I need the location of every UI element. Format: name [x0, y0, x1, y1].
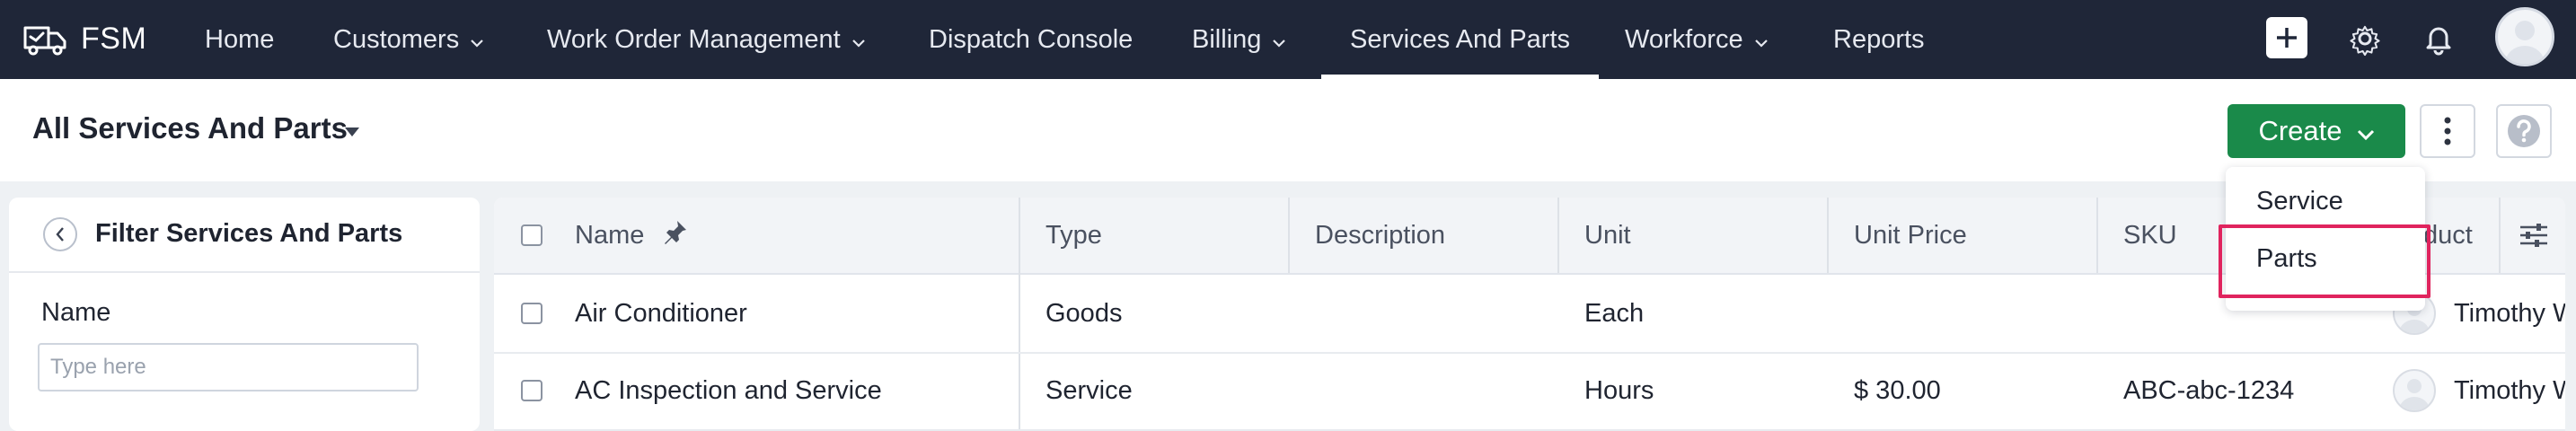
create-button[interactable]: Create	[2228, 104, 2405, 158]
column-header-name[interactable]: Name	[575, 198, 689, 273]
help-icon	[2508, 115, 2540, 147]
page-header: All Services And Parts Create	[0, 79, 2576, 181]
notifications-button[interactable]	[2420, 20, 2457, 57]
top-navigation-bar: FSM Home Customers Work Order Management…	[0, 0, 2576, 79]
nav-dispatch-console-label: Dispatch Console	[929, 24, 1134, 54]
column-divider	[2096, 198, 2098, 273]
sliders-icon	[2520, 224, 2547, 247]
nav-work-order-management-label: Work Order Management	[547, 24, 841, 54]
create-button-label: Create	[2258, 115, 2342, 146]
select-all-checkbox[interactable]	[521, 224, 543, 246]
menu-item-service[interactable]: Service	[2256, 187, 2343, 216]
column-divider	[1288, 198, 1290, 273]
owner-avatar	[2393, 369, 2436, 412]
truck-logo-icon	[23, 26, 66, 56]
cell-unit-price: $ 30.00	[1854, 375, 1941, 405]
column-divider	[1557, 198, 1559, 273]
cell-type: Service	[1045, 375, 1133, 405]
app-logo[interactable]: FSM	[22, 16, 146, 61]
column-header-sku[interactable]: SKU	[2123, 198, 2177, 273]
nav-billing[interactable]: Billing	[1192, 0, 1286, 79]
nav-customers[interactable]: Customers	[333, 0, 484, 79]
collapse-filter-button[interactable]	[43, 217, 77, 251]
chevron-down-icon	[1272, 25, 1286, 55]
cell-owner: Timothy W	[2454, 375, 2565, 405]
nav-workforce-label: Workforce	[1625, 24, 1743, 54]
more-options-button[interactable]	[2420, 104, 2475, 158]
column-header-type[interactable]: Type	[1045, 198, 1102, 273]
chevron-down-icon	[851, 25, 866, 55]
nav-reports[interactable]: Reports	[1833, 0, 1925, 79]
chevron-down-icon	[470, 25, 484, 55]
column-name-label: Name	[575, 220, 645, 250]
cell-unit: Hours	[1584, 375, 1654, 405]
cell-type: Goods	[1045, 298, 1123, 328]
nav-services-and-parts-label: Services And Parts	[1350, 24, 1570, 54]
nav-reports-label: Reports	[1833, 24, 1925, 54]
nav-home[interactable]: Home	[205, 0, 274, 79]
cell-unit: Each	[1584, 298, 1645, 328]
gear-icon	[2350, 25, 2380, 57]
nav-dispatch-console[interactable]: Dispatch Console	[929, 0, 1133, 79]
name-filter-input[interactable]	[38, 343, 419, 391]
more-vertical-icon	[2444, 117, 2451, 145]
nav-customers-label: Customers	[333, 24, 460, 54]
column-header-product[interactable]: duct	[2423, 198, 2473, 273]
view-selector-title[interactable]: All Services And Parts	[32, 111, 348, 145]
plus-icon	[2277, 28, 2297, 48]
chevron-left-icon	[56, 227, 64, 242]
cell-owner: Timothy W	[2454, 298, 2565, 328]
caret-down-icon[interactable]	[344, 127, 360, 137]
app-name: FSM	[81, 21, 147, 56]
column-header-unit-price[interactable]: Unit Price	[1854, 198, 1967, 273]
cell-name[interactable]: AC Inspection and Service	[575, 352, 882, 429]
column-settings-button[interactable]	[2499, 198, 2565, 273]
user-silhouette-icon	[2505, 21, 2545, 64]
table-row[interactable]: AC Inspection and Service Service Hours …	[494, 352, 2565, 431]
parts-highlight-box	[2219, 224, 2430, 298]
column-header-description[interactable]: Description	[1315, 198, 1445, 273]
nav-work-order-management[interactable]: Work Order Management	[547, 0, 866, 79]
filter-title: Filter Services And Parts	[95, 219, 403, 248]
filter-panel: Filter Services And Parts Name	[9, 198, 480, 431]
column-divider	[1827, 198, 1829, 273]
quick-create-button[interactable]	[2266, 17, 2307, 58]
nav-workforce[interactable]: Workforce	[1625, 0, 1769, 79]
nav-home-label: Home	[205, 24, 275, 54]
chevron-down-icon	[1754, 25, 1769, 55]
row-checkbox[interactable]	[521, 303, 543, 324]
cell-sku: ABC-abc-1234	[2123, 375, 2295, 405]
chevron-down-icon	[2357, 115, 2375, 147]
name-filter-label: Name	[41, 298, 111, 327]
user-avatar[interactable]	[2495, 7, 2554, 66]
row-checkbox[interactable]	[521, 380, 543, 401]
pin-icon[interactable]	[662, 218, 689, 252]
settings-button[interactable]	[2346, 20, 2384, 57]
divider	[9, 271, 480, 273]
column-header-unit[interactable]: Unit	[1584, 198, 1631, 273]
bell-icon	[2426, 27, 2451, 56]
nav-services-and-parts[interactable]: Services And Parts	[1321, 0, 1599, 79]
cell-name[interactable]: Air Conditioner	[575, 275, 747, 352]
help-button[interactable]	[2496, 104, 2552, 158]
nav-billing-label: Billing	[1192, 24, 1262, 54]
